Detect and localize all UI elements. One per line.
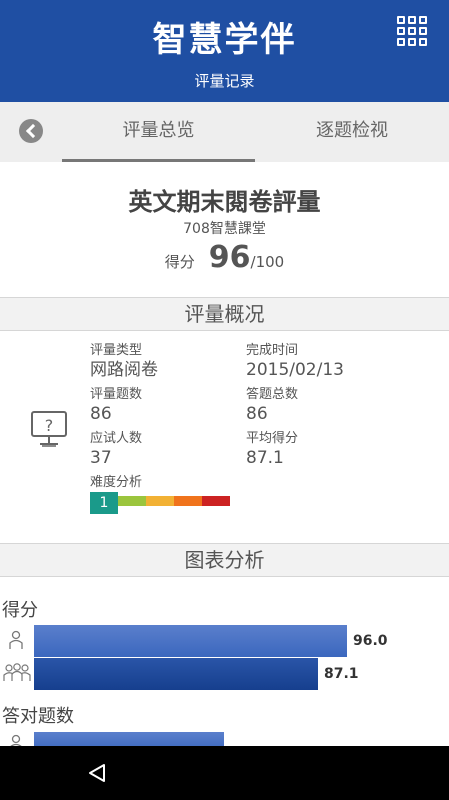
avg-score-label: 平均得分: [246, 431, 299, 446]
examinees: 应试人数 37: [90, 431, 142, 469]
finish-time-value: 2015/02/13: [246, 360, 344, 380]
eval-type-label: 评量类型: [90, 343, 143, 358]
avg-score-value: 87.1: [246, 448, 284, 468]
class-name: 708智慧課堂: [183, 221, 266, 237]
difficulty-badge: 1: [90, 492, 118, 514]
score-chart-title: 得分: [2, 600, 38, 621]
monitor-question-icon: ?: [31, 411, 67, 447]
eval-count-value: 86: [90, 404, 112, 424]
difficulty-segment: [174, 496, 202, 506]
eval-count: 评量题数 86: [90, 387, 142, 425]
chart-bar-label-average: 87.1: [324, 666, 359, 682]
avg-score: 平均得分 87.1: [246, 431, 298, 469]
tab-questions[interactable]: 逐题检视: [255, 102, 449, 162]
examinees-value: 37: [90, 448, 112, 468]
finish-time: 完成时间 2015/02/13: [246, 343, 344, 381]
svg-text:?: ?: [45, 416, 54, 435]
grid-icon[interactable]: [397, 16, 431, 50]
chart-bar-label-personal: 96.0: [353, 633, 388, 649]
page-subtitle: 评量记录: [194, 72, 255, 90]
chart-bar-average: [34, 658, 318, 690]
exam-summary: 英文期末閱卷評量 708智慧課堂 得分 96/100: [0, 162, 449, 296]
app-header: 智慧学伴 评量记录: [0, 0, 449, 102]
chart-bar-personal: [34, 625, 347, 657]
back-arrow-icon[interactable]: [19, 119, 43, 143]
score-label: 得分: [164, 253, 195, 271]
score-value: 96: [208, 240, 251, 275]
difficulty-scale: 1: [90, 492, 230, 514]
finish-time-label: 完成时间: [246, 343, 299, 358]
exam-title: 英文期末閱卷評量: [128, 188, 321, 216]
overview-section-title: 评量概况: [0, 297, 449, 331]
eval-type-value: 网路阅卷: [90, 360, 158, 380]
difficulty-segment: [146, 496, 174, 506]
person-icon: [9, 630, 23, 649]
difficulty-segment: [202, 496, 230, 506]
group-icon: [3, 663, 31, 681]
difficulty-segment: [118, 496, 146, 506]
score-line: 得分 96/100: [0, 240, 449, 275]
correct-chart-title: 答对题数: [2, 706, 74, 727]
system-nav-bar: [0, 746, 449, 800]
answer-total-label: 答题总数: [246, 387, 299, 402]
difficulty-label: 难度分析: [90, 475, 143, 490]
score-total: /100: [250, 253, 285, 271]
eval-count-label: 评量题数: [90, 387, 143, 402]
nav-back-icon[interactable]: [86, 762, 108, 784]
answer-total-value: 86: [246, 404, 268, 424]
eval-type: 评量类型 网路阅卷: [90, 343, 158, 381]
charts-section-title: 图表分析: [0, 543, 449, 577]
examinees-label: 应试人数: [90, 431, 143, 446]
app-title: 智慧学伴: [152, 20, 297, 60]
tab-bar: 评量总览 逐题检视: [0, 102, 449, 162]
answer-total: 答题总数 86: [246, 387, 298, 425]
difficulty-label-wrap: 难度分析: [90, 475, 142, 491]
tab-overview[interactable]: 评量总览: [62, 102, 255, 162]
